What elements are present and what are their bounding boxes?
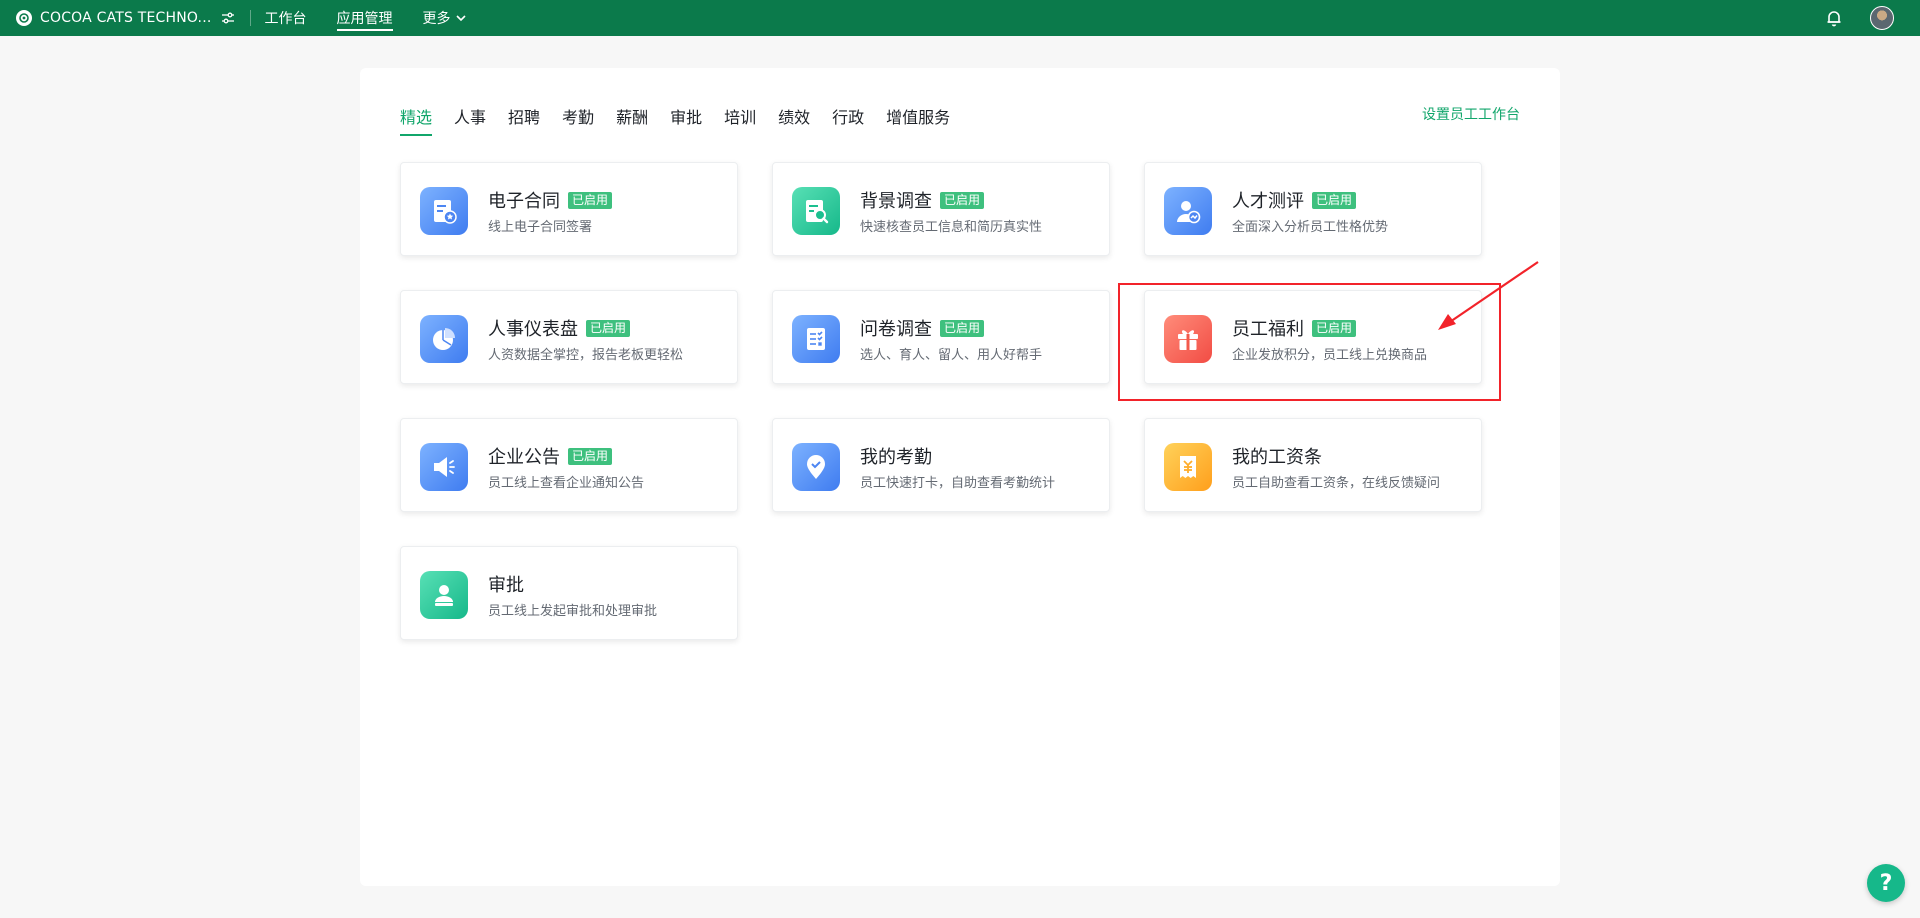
- app-card-talent-assessment[interactable]: 人才测评 已启用 全面深入分析员工性格优势: [1144, 162, 1482, 256]
- background-check-icon: [792, 187, 840, 235]
- status-badge: 已启用: [568, 447, 613, 465]
- company-switcher[interactable]: COCOA CATS TECHNO...: [16, 10, 236, 26]
- category-tabs: 精选 人事 招聘 考勤 薪酬 审批 培训 绩效 行政 增值服务: [400, 104, 972, 136]
- chevron-down-icon: [455, 15, 466, 22]
- card-title: 员工福利: [1232, 319, 1304, 340]
- card-title: 电子合同: [488, 191, 560, 212]
- card-title-row: 审批: [488, 571, 524, 597]
- card-description: 全面深入分析员工性格优势: [1232, 220, 1389, 235]
- card-title: 审批: [488, 575, 524, 596]
- tab-approval[interactable]: 审批: [670, 104, 702, 136]
- avatar[interactable]: [1870, 6, 1894, 30]
- status-badge: 已启用: [1312, 319, 1357, 337]
- help-button[interactable]: ?: [1867, 864, 1905, 902]
- status-badge: 已启用: [940, 191, 985, 209]
- app-card-survey[interactable]: 问卷调查 已启用 选人、育人、留人、用人好帮手: [772, 290, 1110, 384]
- card-description: 员工线上发起审批和处理审批: [488, 604, 658, 619]
- status-badge: 已启用: [568, 191, 613, 209]
- card-description: 快速核查员工信息和简历真实性: [860, 220, 1043, 235]
- tab-hr[interactable]: 人事: [454, 104, 486, 136]
- top-bar: COCOA CATS TECHNO... 工作台 应用管理 更多: [0, 0, 1920, 36]
- card-description: 选人、育人、留人、用人好帮手: [860, 348, 1043, 363]
- card-title: 企业公告: [488, 447, 560, 468]
- card-description: 企业发放积分，员工线上兑换商品: [1232, 348, 1428, 363]
- approval-icon: [420, 571, 468, 619]
- card-title-row: 我的考勤: [860, 443, 932, 469]
- company-logo-icon: [16, 10, 32, 26]
- tab-administration[interactable]: 行政: [832, 104, 864, 136]
- card-description: 员工快速打卡，自助查看考勤统计: [860, 476, 1056, 491]
- bell-icon[interactable]: [1824, 8, 1844, 28]
- set-employee-workbench-link[interactable]: 设置员工工作台: [1422, 104, 1520, 124]
- nav-workbench[interactable]: 工作台: [265, 0, 307, 36]
- card-title-row: 企业公告 已启用: [488, 443, 613, 469]
- app-card-my-payslip[interactable]: 我的工资条 员工自助查看工资条，在线反馈疑问: [1144, 418, 1482, 512]
- tab-attendance[interactable]: 考勤: [562, 104, 594, 136]
- app-card-employee-benefits[interactable]: 员工福利 已启用 企业发放积分，员工线上兑换商品: [1144, 290, 1482, 384]
- megaphone-icon: [420, 443, 468, 491]
- contract-icon: [420, 187, 468, 235]
- nav-app-management[interactable]: 应用管理: [336, 0, 393, 36]
- card-description: 员工自助查看工资条，在线反馈疑问: [1232, 476, 1441, 491]
- app-card-hr-dashboard[interactable]: 人事仪表盘 已启用 人资数据全掌控，报告老板更轻松: [400, 290, 738, 384]
- card-title-row: 人事仪表盘 已启用: [488, 315, 631, 341]
- nav-more-label: 更多: [422, 11, 451, 27]
- talent-assessment-icon: [1164, 187, 1212, 235]
- nav-more[interactable]: 更多: [423, 0, 467, 36]
- card-title-row: 背景调查 已启用: [860, 187, 985, 213]
- payslip-icon: [1164, 443, 1212, 491]
- card-title: 人才测评: [1232, 191, 1304, 212]
- app-card-my-attendance[interactable]: 我的考勤 员工快速打卡，自助查看考勤统计: [772, 418, 1110, 512]
- card-title: 人事仪表盘: [488, 319, 578, 340]
- card-title: 问卷调查: [860, 319, 932, 340]
- card-title-row: 员工福利 已启用: [1232, 315, 1357, 341]
- survey-icon: [792, 315, 840, 363]
- card-title: 背景调查: [860, 191, 932, 212]
- tab-payroll[interactable]: 薪酬: [616, 104, 648, 136]
- card-title: 我的考勤: [860, 447, 932, 468]
- status-badge: 已启用: [1312, 191, 1357, 209]
- company-name: COCOA CATS TECHNO...: [40, 10, 212, 26]
- tab-featured[interactable]: 精选: [400, 104, 433, 136]
- card-description: 人资数据全掌控，报告老板更轻松: [488, 348, 684, 363]
- app-card-background-check[interactable]: 背景调查 已启用 快速核查员工信息和简历真实性: [772, 162, 1110, 256]
- card-description: 员工线上查看企业通知公告: [488, 476, 645, 491]
- status-badge: 已启用: [586, 319, 631, 337]
- location-check-icon: [792, 443, 840, 491]
- topbar-divider: [249, 10, 251, 26]
- app-card-announcement[interactable]: 企业公告 已启用 员工线上查看企业通知公告: [400, 418, 738, 512]
- card-title-row: 我的工资条: [1232, 443, 1322, 469]
- pie-chart-icon: [420, 315, 468, 363]
- tab-recruiting[interactable]: 招聘: [508, 104, 540, 136]
- card-title-row: 电子合同 已启用: [488, 187, 613, 213]
- tab-value-added[interactable]: 增值服务: [886, 104, 950, 136]
- tab-training[interactable]: 培训: [724, 104, 756, 136]
- tab-performance[interactable]: 绩效: [778, 104, 810, 136]
- switch-company-icon[interactable]: [220, 10, 236, 26]
- card-title-row: 人才测评 已启用: [1232, 187, 1357, 213]
- card-title: 我的工资条: [1232, 447, 1322, 468]
- card-description: 线上电子合同签署: [488, 220, 593, 235]
- card-title-row: 问卷调查 已启用: [860, 315, 985, 341]
- app-card-e-contract[interactable]: 电子合同 已启用 线上电子合同签署: [400, 162, 738, 256]
- gift-icon: [1164, 315, 1212, 363]
- app-card-approval[interactable]: 审批 员工线上发起审批和处理审批: [400, 546, 738, 640]
- topbar-right: [1824, 0, 1920, 36]
- status-badge: 已启用: [940, 319, 985, 337]
